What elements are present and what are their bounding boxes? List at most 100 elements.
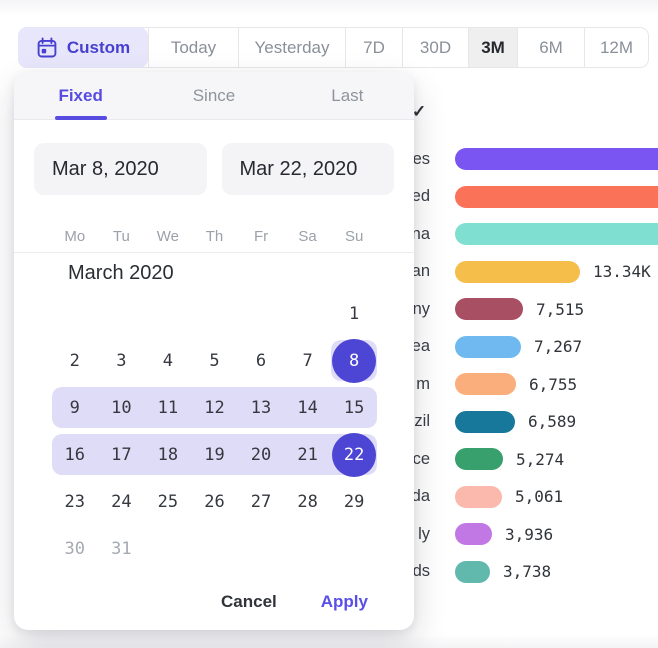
chart-bar[interactable] xyxy=(455,486,502,508)
check-icon: ✓ xyxy=(412,102,426,122)
day-number: 28 xyxy=(297,492,317,512)
calendar-day-22[interactable]: 22 xyxy=(331,431,378,478)
weekday-row: MoTuWeThFrSaSu xyxy=(52,222,378,252)
calendar-day-empty xyxy=(238,525,285,572)
calendar-day-24[interactable]: 24 xyxy=(98,478,145,525)
day-number: 27 xyxy=(251,492,271,512)
calendar-day-21[interactable]: 21 xyxy=(284,431,331,478)
calendar-day-13[interactable]: 13 xyxy=(238,384,285,431)
chart-bar[interactable] xyxy=(455,186,658,208)
calendar-day-19[interactable]: 19 xyxy=(191,431,238,478)
calendar-day-empty xyxy=(145,290,192,337)
calendar-day-15[interactable]: 15 xyxy=(331,384,378,431)
preset-group: TodayYesterday7D30D3M6M12M xyxy=(148,28,648,67)
custom-range-button[interactable]: Custom xyxy=(18,27,148,68)
end-date-input[interactable]: Mar 22, 2020 xyxy=(222,143,395,195)
calendar-day-18[interactable]: 18 xyxy=(145,431,192,478)
calendar-day-10[interactable]: 10 xyxy=(98,384,145,431)
tab-fixed[interactable]: Fixed xyxy=(14,72,147,119)
chart-value: 7,267 xyxy=(534,328,582,366)
chart-bar[interactable] xyxy=(455,523,492,545)
chart-bar[interactable] xyxy=(455,298,523,320)
month-title: March 2020 xyxy=(68,262,174,285)
calendar-day-28[interactable]: 28 xyxy=(284,478,331,525)
day-number: 30 xyxy=(65,539,85,559)
chart-bar[interactable] xyxy=(455,411,515,433)
calendar-day-30[interactable]: 30 xyxy=(52,525,99,572)
chart-bar[interactable] xyxy=(455,373,516,395)
calendar-day-29[interactable]: 29 xyxy=(331,478,378,525)
calendar-week-row: 23 24 25 26 27 28 29 xyxy=(52,478,378,525)
chart-value: 7,515 xyxy=(536,291,584,329)
day-number: 4 xyxy=(163,351,173,371)
chart-bar[interactable] xyxy=(455,336,521,358)
calendar-day-27[interactable]: 27 xyxy=(238,478,285,525)
day-number: 5 xyxy=(209,351,219,371)
calendar-week-row: 23 4 5678 xyxy=(52,337,378,384)
weekday-label: Th xyxy=(191,222,238,252)
chart-bar[interactable] xyxy=(455,223,658,245)
calendar-day-23[interactable]: 23 xyxy=(52,478,99,525)
day-number: 22 xyxy=(344,445,364,465)
apply-button[interactable]: Apply xyxy=(321,592,368,612)
calendar-week-row: 91011121314 15 xyxy=(52,384,378,431)
calendar-day-8[interactable]: 8 xyxy=(331,337,378,384)
start-date-input[interactable]: Mar 8, 2020 xyxy=(34,143,207,195)
day-number: 3 xyxy=(116,351,126,371)
calendar-day-9[interactable]: 9 xyxy=(52,384,99,431)
calendar-day-16[interactable]: 16 xyxy=(52,431,99,478)
day-number: 17 xyxy=(111,445,131,465)
calendar-day-20[interactable]: 20 xyxy=(238,431,285,478)
preset-today[interactable]: Today xyxy=(148,28,238,67)
preset-7d[interactable]: 7D xyxy=(345,28,402,67)
calendar-day-31[interactable]: 31 xyxy=(98,525,145,572)
calendar-day-5[interactable]: 5 xyxy=(191,337,238,384)
cancel-button[interactable]: Cancel xyxy=(221,592,277,612)
calendar-day-17[interactable]: 17 xyxy=(98,431,145,478)
day-number: 23 xyxy=(65,492,85,512)
calendar-icon xyxy=(36,37,58,59)
calendar-day-14[interactable]: 14 xyxy=(284,384,331,431)
day-number: 25 xyxy=(158,492,178,512)
day-number: 20 xyxy=(251,445,271,465)
day-number: 31 xyxy=(111,539,131,559)
preset-3m[interactable]: 3M xyxy=(468,28,517,67)
tab-last[interactable]: Last xyxy=(281,72,414,119)
calendar-day-1[interactable]: 1 xyxy=(331,290,378,337)
chart-bar[interactable] xyxy=(455,148,658,170)
calendar-day-2[interactable]: 2 xyxy=(52,337,99,384)
calendar-day-6[interactable]: 6 xyxy=(238,337,285,384)
calendar-week-row: 1 xyxy=(52,290,378,337)
preset-30d[interactable]: 30D xyxy=(402,28,468,67)
calendar-day-empty xyxy=(284,525,331,572)
chart-bar[interactable] xyxy=(455,561,490,583)
calendar-day-25[interactable]: 25 xyxy=(145,478,192,525)
date-picker-popover: FixedSinceLast Mar 8, 2020 Mar 22, 2020 … xyxy=(14,72,414,630)
chart-value: 13.34K xyxy=(593,253,651,291)
preset-6m[interactable]: 6M xyxy=(517,28,584,67)
calendar-day-11[interactable]: 11 xyxy=(145,384,192,431)
weekday-label: Tu xyxy=(98,222,145,252)
calendar-day-empty xyxy=(145,525,192,572)
chart-value: 3,936 xyxy=(505,516,553,554)
day-number: 21 xyxy=(297,445,317,465)
calendar-day-empty xyxy=(191,290,238,337)
tab-since[interactable]: Since xyxy=(147,72,280,119)
tab-label: Fixed xyxy=(58,86,102,106)
tab-label: Last xyxy=(331,86,363,106)
calendar-day-12[interactable]: 12 xyxy=(191,384,238,431)
chart-bar[interactable] xyxy=(455,448,503,470)
preset-12m[interactable]: 12M xyxy=(584,28,648,67)
day-number: 29 xyxy=(344,492,364,512)
calendar-day-3[interactable]: 3 xyxy=(98,337,145,384)
chart-bar[interactable] xyxy=(455,261,580,283)
custom-range-label: Custom xyxy=(67,38,130,58)
day-number: 15 xyxy=(344,398,364,418)
preset-yesterday[interactable]: Yesterday xyxy=(238,28,345,67)
calendar-day-4[interactable]: 4 xyxy=(145,337,192,384)
calendar-day-26[interactable]: 26 xyxy=(191,478,238,525)
calendar-day-empty xyxy=(191,525,238,572)
weekday-divider xyxy=(14,252,414,253)
calendar-day-7[interactable]: 7 xyxy=(284,337,331,384)
weekday-label: Su xyxy=(331,222,378,252)
